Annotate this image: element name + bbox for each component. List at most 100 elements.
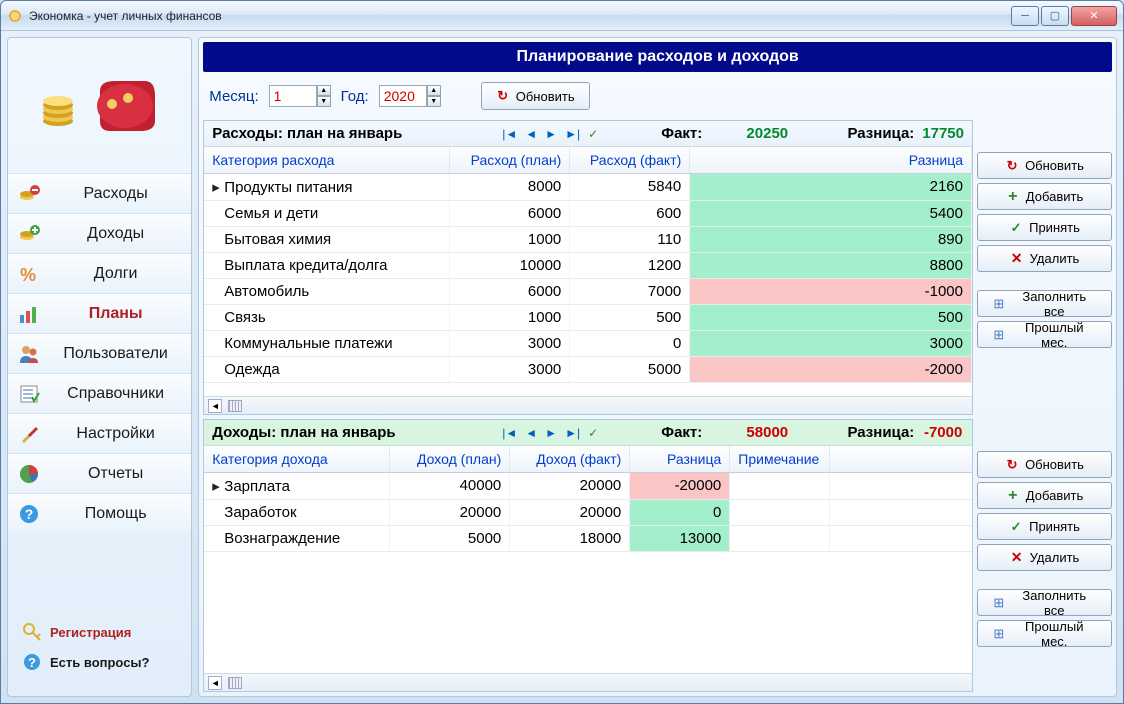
refresh-button[interactable]: ↻Обновить [481, 82, 590, 110]
list-check-icon [18, 383, 40, 405]
incomes-hscroll[interactable]: ◄ [204, 673, 972, 691]
incomes-fact-value: 58000 [712, 424, 822, 441]
incomes-header: Доходы: план на январь |◄ ◄ ► ►| ✓ Факт:… [204, 420, 972, 446]
logo-area [8, 38, 191, 173]
nav-label: Отчеты [50, 465, 181, 483]
exp-add-button[interactable]: +Добавить [977, 183, 1112, 210]
year-input[interactable] [379, 85, 427, 107]
check-icon: ✓ [1009, 221, 1023, 235]
inc-delete-button[interactable]: ✕Удалить [977, 544, 1112, 571]
table-row[interactable]: Заработок20000200000 [204, 500, 972, 526]
close-button[interactable]: ✕ [1071, 6, 1117, 26]
inc-fillall-button[interactable]: ⊞Заполнить все [977, 589, 1112, 616]
table-row[interactable]: Связь1000500500 [204, 305, 972, 331]
inc-lastmonth-button[interactable]: ⊞Прошлый мес. [977, 620, 1112, 647]
year-up[interactable]: ▲ [427, 85, 441, 96]
expenses-fact-value: 20250 [712, 125, 822, 142]
year-down[interactable]: ▼ [427, 96, 441, 107]
nav-label: Планы [50, 305, 181, 323]
app-icon [7, 8, 23, 24]
filter-row: Месяц: ▲▼ Год: ▲▼ ↻Обновить [203, 76, 1112, 116]
exp-refresh-button[interactable]: ↻Обновить [977, 152, 1112, 179]
plus-icon: + [1006, 489, 1020, 503]
exp-accept-button[interactable]: ✓Принять [977, 214, 1112, 241]
nav-label: Помощь [50, 505, 181, 523]
exp-lastmonth-button[interactable]: ⊞Прошлый мес. [977, 321, 1112, 348]
incomes-actions: ↻Обновить +Добавить ✓Принять ✕Удалить ⊞З… [977, 419, 1112, 692]
nav-last-icon[interactable]: ►| [565, 426, 580, 440]
nav-item-3[interactable]: Планы [8, 293, 191, 333]
nav-item-1[interactable]: Доходы [8, 213, 191, 253]
expenses-body[interactable]: ▸Продукты питания800058402160Семья и дет… [204, 174, 972, 396]
inc-add-button[interactable]: +Добавить [977, 482, 1112, 509]
svg-text:?: ? [25, 506, 34, 522]
month-up[interactable]: ▲ [317, 85, 331, 96]
questions-link[interactable]: ? Есть вопросы? [22, 652, 177, 672]
table-row[interactable]: Бытовая химия1000110890 [204, 227, 972, 253]
scroll-thumb[interactable] [228, 400, 242, 412]
nav-label: Расходы [50, 185, 181, 203]
incomes-diff-value: -7000 [922, 424, 964, 441]
refresh-icon: ↻ [1005, 159, 1019, 173]
nav-item-4[interactable]: Пользователи [8, 333, 191, 373]
table-row[interactable]: ▸Зарплата4000020000-20000 [204, 473, 972, 500]
expenses-hscroll[interactable]: ◄ [204, 396, 972, 414]
expenses-title: Расходы: план на январь [212, 125, 502, 142]
tools-icon [18, 423, 40, 445]
exp-delete-button[interactable]: ✕Удалить [977, 245, 1112, 272]
exp-fillall-button[interactable]: ⊞Заполнить все [977, 290, 1112, 317]
table-row[interactable]: Одежда30005000-2000 [204, 357, 972, 383]
month-down[interactable]: ▼ [317, 96, 331, 107]
nav-prev-icon[interactable]: ◄ [525, 426, 537, 440]
svg-text:?: ? [28, 655, 36, 670]
nav-first-icon[interactable]: |◄ [502, 127, 517, 141]
nav-check-icon[interactable]: ✓ [588, 426, 598, 440]
incomes-diff-label: Разница: [822, 424, 922, 441]
nav-next-icon[interactable]: ► [545, 426, 557, 440]
percent-icon: % [18, 263, 40, 285]
nav-item-2[interactable]: %Долги [8, 253, 191, 293]
inc-refresh-button[interactable]: ↻Обновить [977, 451, 1112, 478]
scroll-left-icon[interactable]: ◄ [208, 676, 222, 690]
nav-next-icon[interactable]: ► [545, 127, 557, 141]
users-icon [18, 343, 40, 365]
nav-first-icon[interactable]: |◄ [502, 426, 517, 440]
nav-item-8[interactable]: ? Помощь [8, 493, 191, 533]
scroll-left-icon[interactable]: ◄ [208, 399, 222, 413]
window-controls: ─ ▢ ✕ [1011, 6, 1117, 26]
incomes-title: Доходы: план на январь [212, 424, 502, 441]
month-input[interactable] [269, 85, 317, 107]
fill-icon: ⊞ [992, 297, 1006, 311]
month-spinner[interactable]: ▲▼ [269, 85, 331, 107]
coins-minus-icon [18, 183, 40, 205]
page-title: Планирование расходов и доходов [203, 42, 1112, 72]
nav-item-6[interactable]: Настройки [8, 413, 191, 453]
nav-item-7[interactable]: Отчеты [8, 453, 191, 493]
nav-item-0[interactable]: Расходы [8, 173, 191, 213]
year-spinner[interactable]: ▲▼ [379, 85, 441, 107]
grid-nav: |◄ ◄ ► ►| ✓ [502, 127, 632, 141]
minimize-button[interactable]: ─ [1011, 6, 1039, 26]
table-row[interactable]: Коммунальные платежи300003000 [204, 331, 972, 357]
table-row[interactable]: Вознаграждение50001800013000 [204, 526, 972, 552]
check-icon: ✓ [1009, 520, 1023, 534]
nav-check-icon[interactable]: ✓ [588, 127, 598, 141]
fill-icon: ⊞ [992, 596, 1006, 610]
table-row[interactable]: Выплата кредита/долга1000012008800 [204, 253, 972, 279]
scroll-thumb[interactable] [228, 677, 242, 689]
inc-accept-button[interactable]: ✓Принять [977, 513, 1112, 540]
maximize-button[interactable]: ▢ [1041, 6, 1069, 26]
register-link[interactable]: Регистрация [22, 622, 177, 642]
expenses-grid: Расходы: план на январь |◄ ◄ ► ►| ✓ Факт… [203, 120, 973, 415]
table-row[interactable]: Семья и дети60006005400 [204, 201, 972, 227]
table-row[interactable]: Автомобиль60007000-1000 [204, 279, 972, 305]
nav-last-icon[interactable]: ►| [565, 127, 580, 141]
table-row[interactable]: ▸Продукты питания800058402160 [204, 174, 972, 201]
nav-label: Пользователи [50, 345, 181, 363]
svg-text:%: % [20, 265, 36, 285]
refresh-icon: ↻ [1005, 458, 1019, 472]
nav-item-5[interactable]: Справочники [8, 373, 191, 413]
coins-plus-icon [18, 223, 40, 245]
nav-prev-icon[interactable]: ◄ [525, 127, 537, 141]
incomes-body[interactable]: ▸Зарплата4000020000-20000Заработок200002… [204, 473, 972, 673]
